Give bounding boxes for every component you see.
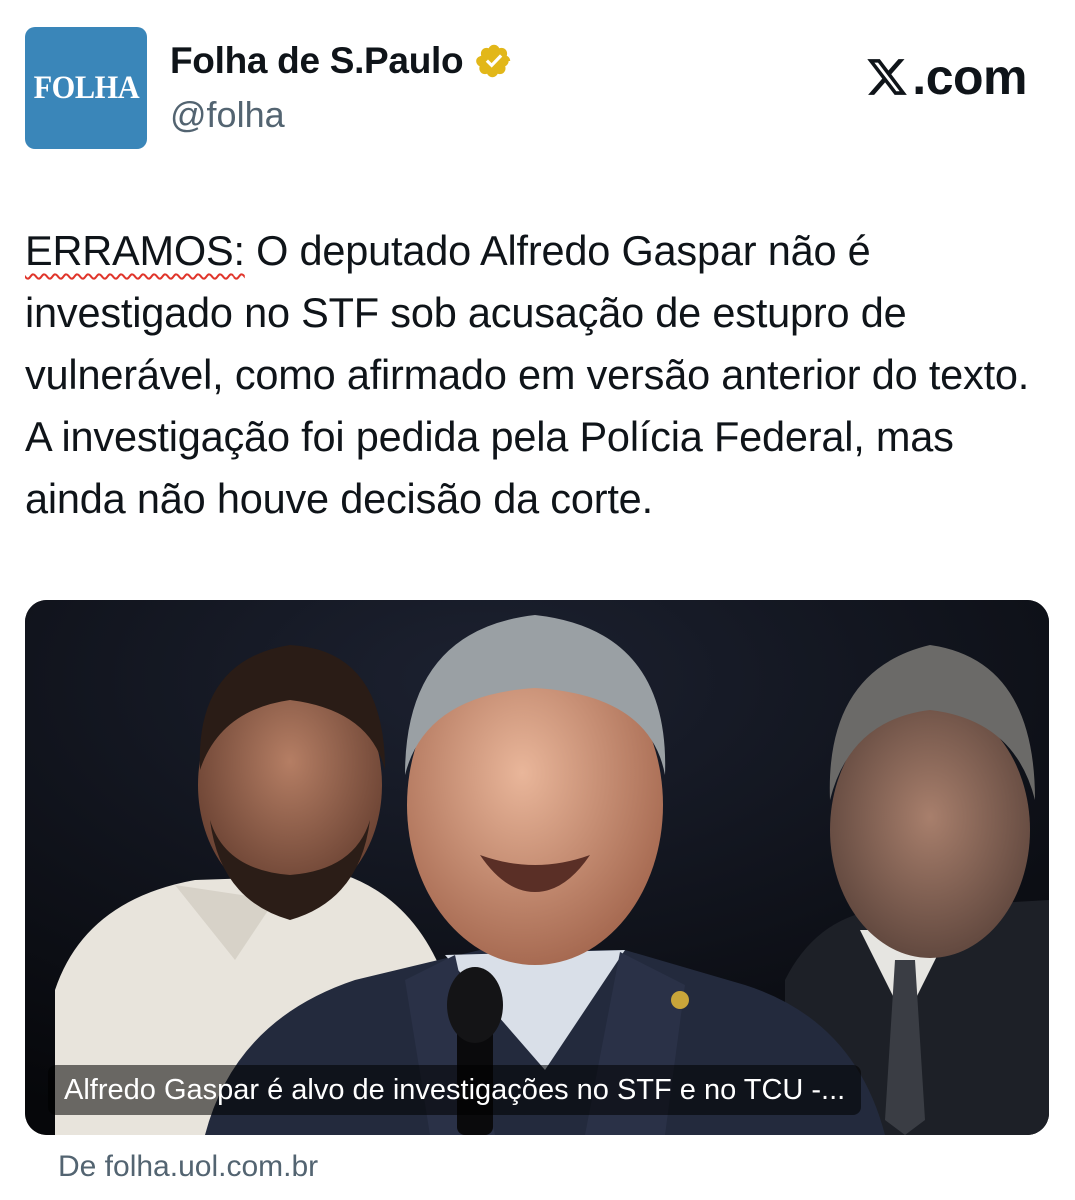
link-card-title[interactable]: Alfredo Gaspar é alvo de investigações n… xyxy=(48,1065,862,1115)
x-logo-icon xyxy=(867,59,908,95)
lead-colon: : xyxy=(233,227,245,274)
avatar-logo-text: FOLHA xyxy=(33,69,139,106)
post-lead-word: ERRAMOS: xyxy=(25,227,245,274)
account-display-name[interactable]: Folha de S.Paulo xyxy=(170,40,464,82)
post-screenshot: FOLHA Folha de S.Paulo @folha .com ERRAM… xyxy=(0,0,1075,1200)
platform-watermark: .com xyxy=(864,48,1027,106)
verified-badge-icon xyxy=(476,44,511,78)
account-handle[interactable]: @folha xyxy=(170,94,285,136)
account-name-row[interactable]: Folha de S.Paulo xyxy=(170,40,513,82)
lead-word-text: ERRAMOS xyxy=(25,227,234,274)
news-photo xyxy=(25,600,1049,1135)
platform-domain-suffix: .com xyxy=(912,49,1027,105)
link-card-source[interactable]: De folha.uol.com.br xyxy=(58,1150,318,1184)
account-avatar[interactable]: FOLHA xyxy=(25,27,147,149)
post-text: ERRAMOS: O deputado Alfredo Gaspar não é… xyxy=(25,220,1055,530)
link-preview-card[interactable] xyxy=(25,600,1049,1135)
